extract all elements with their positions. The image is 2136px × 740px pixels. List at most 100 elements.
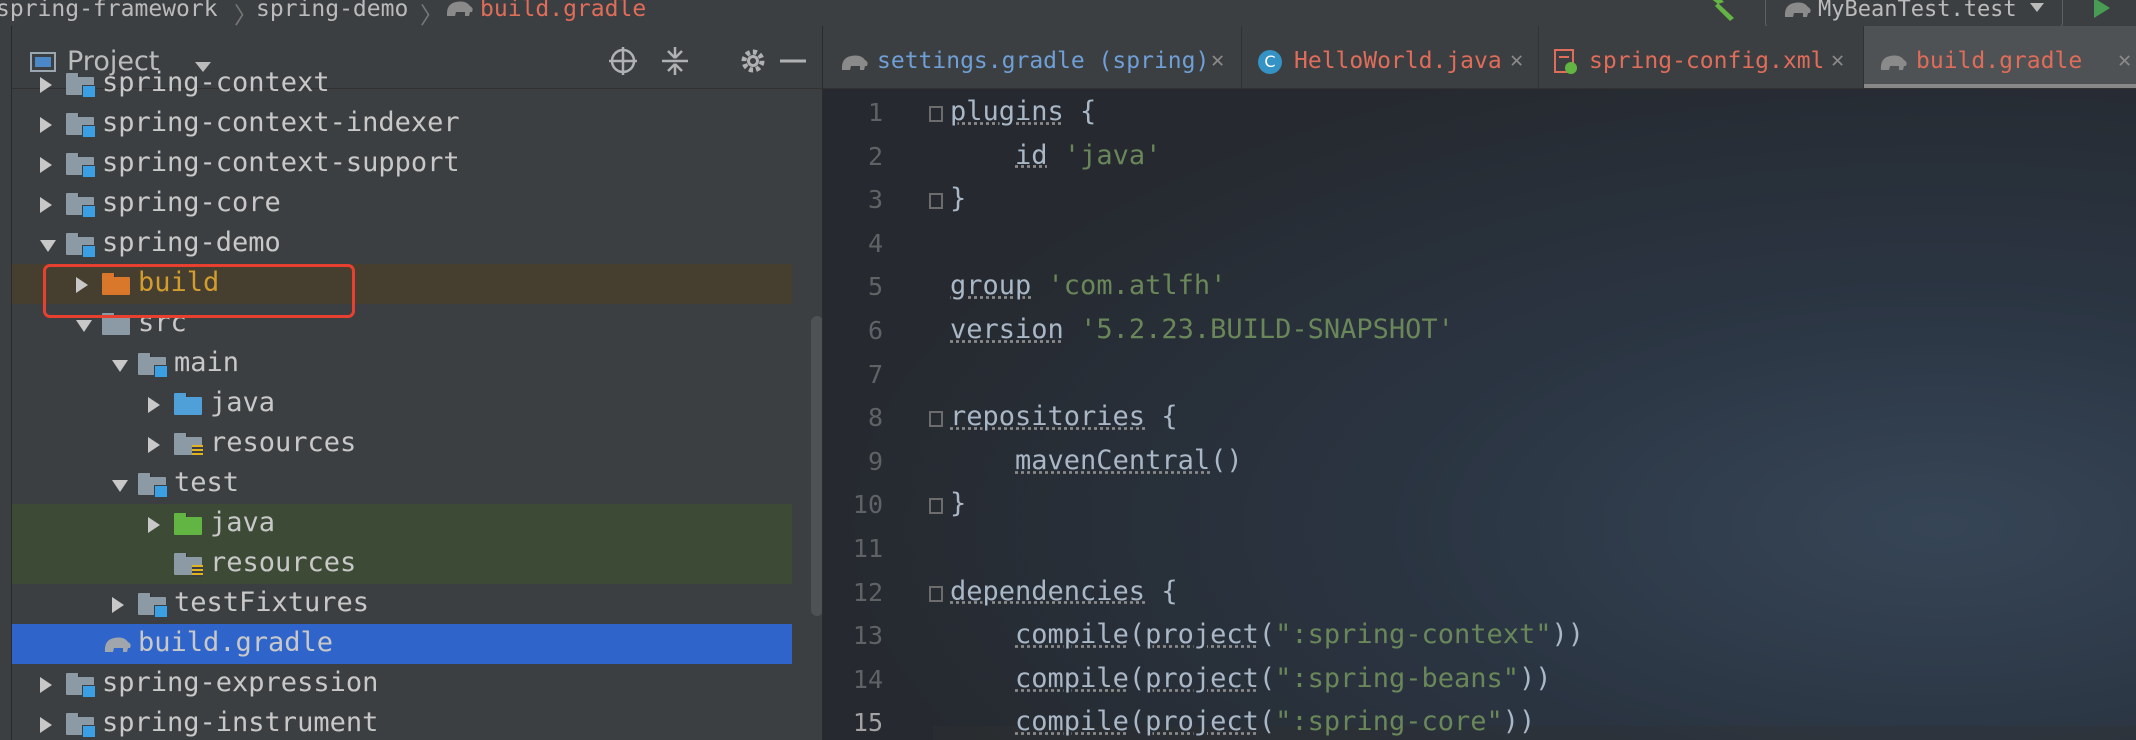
expand-arrow-right-icon[interactable] [148, 397, 160, 413]
tab-settings-gradle[interactable]: settings.gradle (spring) ✕ [823, 26, 1242, 88]
tree-item-spring-demo[interactable]: spring-demo [12, 224, 792, 264]
code-line[interactable]: group 'com.atlfh' [950, 270, 1226, 301]
breadcrumb-spring-framework[interactable]: spring-framework [0, 0, 218, 22]
expand-arrow-right-icon[interactable] [148, 517, 160, 533]
code-line[interactable]: compile(project(":spring-context")) [950, 619, 1584, 650]
line-number: 4 [867, 228, 883, 258]
fold-marker-icon[interactable] [929, 106, 943, 122]
module-folder-icon [66, 193, 96, 218]
fold-marker-icon[interactable] [929, 585, 943, 602]
expand-arrow-right-icon[interactable] [148, 437, 160, 453]
expand-arrow-down-icon[interactable] [112, 480, 128, 492]
module-folder-icon [66, 73, 96, 98]
code-line[interactable]: repositories { [950, 401, 1178, 432]
source-folder-icon [174, 393, 204, 415]
code-line[interactable]: compile(project(":spring-core")) [950, 706, 1535, 737]
module-folder-icon [66, 713, 96, 738]
tree-item-spring-core[interactable]: spring-core [12, 184, 792, 224]
expand-arrow-down-icon[interactable] [76, 320, 92, 332]
tree-item-label: resources [210, 547, 357, 578]
module-folder-icon [66, 113, 96, 138]
tree-item-spring-context[interactable]: spring-context [12, 64, 792, 104]
code-line[interactable]: plugins { [950, 96, 1096, 127]
code-line[interactable]: version '5.2.23.BUILD-SNAPSHOT' [950, 314, 1454, 345]
module-folder-icon [138, 353, 168, 378]
code-line[interactable]: dependencies { [950, 576, 1178, 607]
code-line[interactable]: } [950, 183, 966, 214]
tab-helloworld-java[interactable]: C HelloWorld.java ✕ [1242, 26, 1539, 88]
expand-arrow-right-icon[interactable] [40, 117, 52, 133]
close-icon[interactable]: ✕ [2118, 48, 2131, 73]
expand-arrow-right-icon[interactable] [40, 157, 52, 173]
code-line[interactable]: mavenCentral() [950, 445, 1243, 476]
module-folder-icon [66, 233, 96, 258]
tab-build-gradle[interactable]: build.gradle ✕ [1864, 26, 2136, 88]
line-number: 9 [867, 446, 883, 476]
tree-item-test[interactable]: test [12, 464, 792, 504]
tab-label: build.gradle [1916, 48, 2083, 74]
fold-marker-icon[interactable] [929, 498, 943, 515]
tree-item-label: spring-context-indexer [102, 107, 460, 138]
build-hammer-icon[interactable] [1706, 0, 1738, 22]
expand-arrow-down-icon[interactable] [40, 240, 56, 252]
expand-arrow-down-icon[interactable] [112, 360, 128, 372]
tree-item-spring-context-support[interactable]: spring-context-support [12, 144, 792, 184]
tree-item-label: test [174, 467, 240, 498]
tab-label: HelloWorld.java [1294, 48, 1502, 74]
module-folder-icon [138, 593, 168, 618]
line-number: 14 [852, 664, 883, 694]
tree-item-label: testFixtures [174, 587, 370, 618]
tab-label: settings.gradle (spring) [877, 48, 1210, 74]
test-resources-folder-icon [174, 553, 204, 577]
expand-arrow-right-icon[interactable] [40, 77, 52, 93]
fold-marker-icon[interactable] [929, 193, 943, 210]
run-play-icon[interactable] [2094, 0, 2110, 18]
tree-item-spring-context-indexer[interactable]: spring-context-indexer [12, 104, 792, 144]
line-number: 11 [852, 534, 883, 563]
module-folder-icon [138, 473, 168, 498]
tree-item-main[interactable]: main [12, 344, 792, 384]
close-icon[interactable]: ✕ [1211, 48, 1224, 73]
tree-item-resources[interactable]: resources [12, 424, 792, 464]
java-class-icon: C [1258, 50, 1282, 74]
code-line[interactable]: } [950, 488, 966, 519]
test-source-folder-icon [174, 513, 204, 535]
tree-item-java[interactable]: java [12, 384, 792, 424]
line-number: 2 [867, 141, 883, 171]
expand-arrow-right-icon[interactable] [112, 597, 124, 613]
tree-item-resources[interactable]: resources [12, 544, 792, 584]
highlight-annotation-box [43, 264, 355, 318]
tree-item-build-gradle[interactable]: build.gradle [12, 624, 792, 664]
tab-label: spring-config.xml [1589, 48, 1825, 74]
expand-arrow-right-icon[interactable] [40, 197, 52, 213]
line-number: 3 [867, 185, 883, 215]
tree-item-java[interactable]: java [12, 504, 792, 544]
vertical-scrollbar[interactable] [811, 316, 822, 616]
code-line[interactable]: compile(project(":spring-beans")) [950, 663, 1551, 694]
breadcrumb-build-gradle[interactable]: build.gradle [480, 0, 646, 22]
expand-arrow-right-icon[interactable] [40, 717, 52, 733]
close-icon[interactable]: ✕ [1510, 48, 1523, 73]
navigation-bar: spring-framework 〉 spring-demo 〉 build.g… [0, 0, 2136, 29]
fold-marker-icon[interactable] [929, 411, 943, 428]
module-folder-icon [66, 673, 96, 698]
code-line[interactable]: id 'java' [950, 140, 1161, 171]
line-number: 15 [852, 708, 883, 738]
gradle-elephant-icon [841, 55, 868, 70]
gradle-elephant-icon [446, 1, 473, 16]
line-number: 10 [852, 490, 883, 520]
tree-item-spring-expression[interactable]: spring-expression [12, 664, 792, 704]
expand-arrow-right-icon[interactable] [40, 677, 52, 693]
tree-item-testfixtures[interactable]: testFixtures [12, 584, 792, 624]
tree-item-label: java [210, 387, 276, 418]
line-number: 12 [852, 577, 883, 607]
tree-item-spring-instrument[interactable]: spring-instrument [12, 704, 792, 740]
gradle-file-icon [104, 637, 131, 652]
run-configuration-dropdown[interactable]: MyBeanTest.test [1765, 0, 2063, 28]
tab-spring-config-xml[interactable]: spring-config.xml ✕ [1539, 26, 1864, 88]
run-configuration-label: MyBeanTest.test [1818, 0, 2017, 22]
line-number: 7 [867, 359, 883, 389]
breadcrumb-spring-demo[interactable]: spring-demo [256, 0, 408, 22]
line-number: 8 [867, 403, 883, 433]
close-icon[interactable]: ✕ [1831, 48, 1844, 73]
